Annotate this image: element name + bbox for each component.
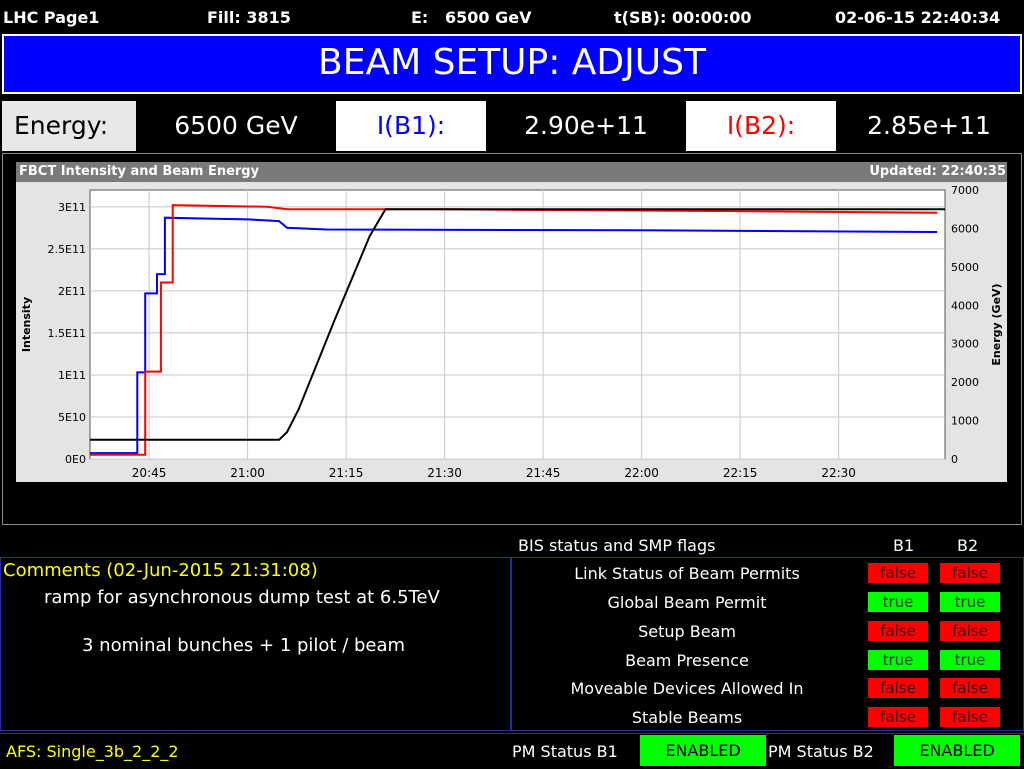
datetime: 02-06-15 22:40:34 <box>835 8 1001 27</box>
stable-beam-time: t(SB): 00:00:00 <box>614 8 752 27</box>
mode-banner: BEAM SETUP: ADJUST <box>2 34 1022 94</box>
bis-flag-b1: false <box>868 707 928 727</box>
comments-title: Comments (02-Jun-2015 21:31:08) <box>3 560 318 581</box>
bis-flag-b1: true <box>868 592 928 612</box>
x-tick-label: 22:15 <box>723 466 758 480</box>
y2-tick-label: 5000 <box>951 261 979 274</box>
y-tick-label: 0E0 <box>65 453 86 466</box>
y2-tick-label: 0 <box>951 453 958 466</box>
bis-flag-b2: true <box>940 592 1000 612</box>
bis-row-label: Link Status of Beam Permits <box>574 564 800 583</box>
y-tick-label: 1.5E11 <box>48 327 86 340</box>
y2-axis-label: Energy (GeV) <box>990 283 1003 365</box>
pm-status-b1-label: PM Status B1 <box>512 742 618 761</box>
bis-panel <box>511 557 1024 731</box>
y2-tick-label: 2000 <box>951 376 979 389</box>
energy-header-label: E: <box>411 8 429 27</box>
bis-flag-b1: false <box>868 563 928 583</box>
bis-b2-header: B2 <box>957 536 979 555</box>
bis-flag-b2: false <box>940 563 1000 583</box>
bis-header: BIS status and SMP flags <box>518 536 716 555</box>
y2-tick-label: 1000 <box>951 415 979 428</box>
bis-row-label: Stable Beams <box>631 708 743 727</box>
x-tick-label: 21:00 <box>230 466 265 480</box>
x-tick-label: 21:30 <box>427 466 462 480</box>
bis-row-label: Beam Presence <box>625 651 749 670</box>
page-name: LHC Page1 <box>3 8 100 27</box>
y-tick-label: 2.5E11 <box>48 243 86 256</box>
y2-tick-label: 7000 <box>951 184 979 197</box>
chart-updated: Updated: 22:40:35 <box>869 164 1006 179</box>
y2-tick-label: 4000 <box>951 299 979 312</box>
bis-b1-header: B1 <box>893 536 915 555</box>
y2-tick-label: 3000 <box>951 338 979 351</box>
bis-flag-b2: false <box>940 678 1000 698</box>
pm-status-b2-value: ENABLED <box>894 735 1020 766</box>
ib1-label: I(B1): <box>336 101 486 151</box>
bis-flag-b2: true <box>940 650 1000 670</box>
x-tick-label: 22:30 <box>821 466 856 480</box>
y-tick-label: 1E11 <box>58 369 86 382</box>
y-tick-label: 3E11 <box>58 201 86 214</box>
x-tick-label: 22:00 <box>624 466 659 480</box>
energy-header-value: 6500 GeV <box>445 8 532 27</box>
afs-status: AFS: Single_3b_2_2_2 <box>6 742 179 761</box>
bis-flag-b2: false <box>940 707 1000 727</box>
fill-number: Fill: 3815 <box>207 8 291 27</box>
bis-flag-b1: true <box>868 650 928 670</box>
ib2-label: I(B2): <box>686 101 836 151</box>
ib1-value: 2.90e+11 <box>486 101 686 151</box>
intensity-energy-chart: 20:45 21:00 21:15 21:30 21:45 22:00 22:15 22:30… <box>20 184 1003 480</box>
x-tick-label: 21:45 <box>526 466 561 480</box>
bis-flag-b1: false <box>868 678 928 698</box>
machine-mode: BEAM SETUP: ADJUST <box>318 42 706 83</box>
pm-status-b1-value: ENABLED <box>640 735 766 766</box>
status-header: LHC Page1 Fill: 3815 E: 6500 GeV t(SB): … <box>0 0 1024 34</box>
bis-flag-b1: false <box>868 621 928 641</box>
chart-title: FBCT Intensity and Beam Energy <box>19 164 260 179</box>
y-tick-label: 5E10 <box>58 411 86 424</box>
y2-tick-label: 6000 <box>951 222 979 235</box>
bis-row-label: Setup Beam <box>638 622 736 641</box>
x-tick-label: 21:15 <box>329 466 364 480</box>
x-tick-label: 20:45 <box>132 466 167 480</box>
y-axis-label: Intensity <box>20 297 33 352</box>
pm-status-b2-label: PM Status B2 <box>768 742 874 761</box>
bis-flag-b2: false <box>940 621 1000 641</box>
bis-row-label: Global Beam Permit <box>607 593 767 612</box>
bis-row-label: Moveable Devices Allowed In <box>570 679 804 698</box>
y-tick-label: 2E11 <box>58 285 86 298</box>
comment-line: 3 nominal bunches + 1 pilot / beam <box>82 635 406 656</box>
comment-line: ramp for asynchronous dump test at 6.5Te… <box>44 587 440 608</box>
energy-value: 6500 GeV <box>136 101 336 151</box>
ib2-value: 2.85e+11 <box>836 101 1022 151</box>
energy-label: Energy: <box>2 101 136 151</box>
